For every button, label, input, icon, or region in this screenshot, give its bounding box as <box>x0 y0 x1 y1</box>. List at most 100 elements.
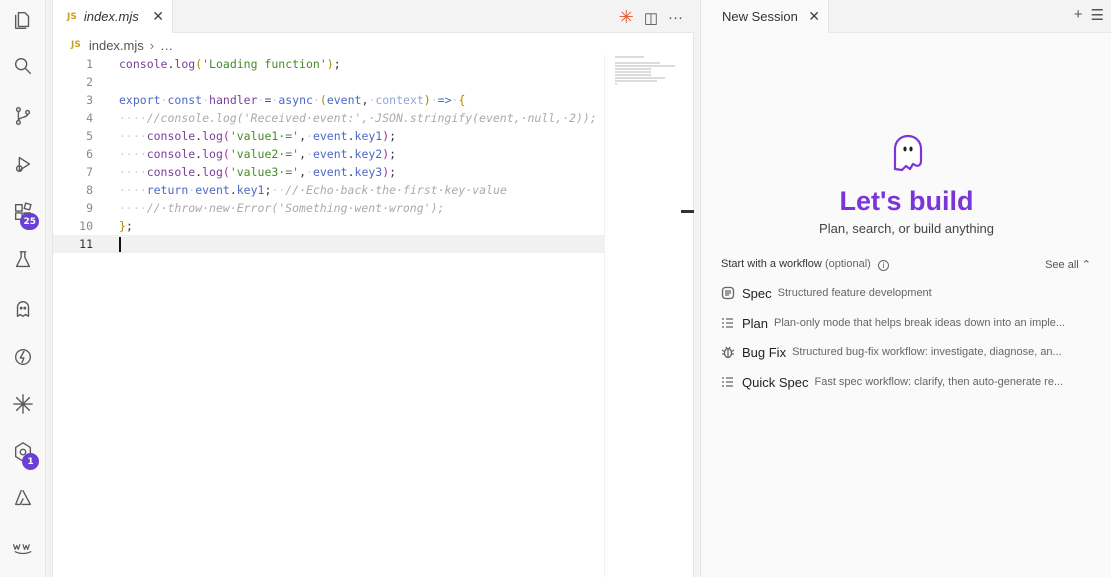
info-icon[interactable]: i <box>877 260 889 271</box>
editor-group: JS index.mjs ✕ ✳ ◫ ··· JS index.mjs › … … <box>52 0 695 577</box>
hexagon-badge: 1 <box>22 453 39 470</box>
workflow-bug-fix[interactable]: Bug Fix Structured bug-fix workflow: inv… <box>721 341 1091 363</box>
minimap-line <box>615 77 666 79</box>
panel-actions: + ☰ <box>1074 6 1104 24</box>
code-line[interactable]: 1 console.log('Loading function'); <box>53 55 605 73</box>
session-list-icon[interactable]: ☰ <box>1091 6 1104 24</box>
run-debug-icon <box>12 153 34 180</box>
code-line[interactable]: 5 ····console.log('value1·=',·event.key1)… <box>53 127 605 145</box>
line-number: 5 <box>86 129 93 143</box>
spark-icon <box>12 393 34 420</box>
workflow-optional: (optional) <box>824 258 871 270</box>
line-content: ····//console.log('Received·event:',·JSO… <box>119 111 597 125</box>
line-number: 11 <box>79 237 93 251</box>
minimap-line <box>615 74 651 76</box>
minimap[interactable] <box>604 55 684 577</box>
workflow-header: Start with a workflow (optional) i See a… <box>721 258 1091 274</box>
code-line[interactable]: 3 export·const·handler·=·async·(event,·co… <box>53 91 605 109</box>
source-control-button[interactable] <box>0 98 46 138</box>
workflow-name: Plan <box>742 315 769 331</box>
code-line[interactable]: 9 ····//·throw·new·Error('Something·went·… <box>53 199 605 217</box>
chevron-right-icon: › <box>149 37 155 53</box>
lightning-button[interactable] <box>0 339 46 379</box>
line-content: ····//·throw·new·Error('Something·went·w… <box>119 201 445 215</box>
workflow-spec[interactable]: Spec Structured feature development <box>721 282 1091 304</box>
explorer-button[interactable] <box>0 2 46 42</box>
scrollbar-marker[interactable] <box>681 210 695 213</box>
add-session-icon[interactable]: + <box>1074 6 1083 24</box>
line-content: ····console.log('value2·=',·event.key2); <box>119 147 397 161</box>
line-number: 9 <box>86 201 93 215</box>
azure-button[interactable] <box>0 480 46 520</box>
spark-button[interactable] <box>0 386 46 426</box>
minimap-line <box>615 80 658 82</box>
search-button[interactable] <box>0 48 46 88</box>
minimap-line <box>615 56 644 58</box>
see-all-button[interactable]: See all ⌃ <box>1045 258 1091 271</box>
testing-button[interactable] <box>0 242 46 282</box>
hexagon-button[interactable]: 1 <box>0 434 46 474</box>
workflow-name: Spec <box>742 285 772 301</box>
line-number: 7 <box>86 165 93 179</box>
editor-actions: ✳ ◫ ··· <box>619 7 683 28</box>
close-icon[interactable]: ✕ <box>152 8 164 25</box>
line-number: 3 <box>86 93 93 107</box>
extensions-button[interactable]: 25 <box>0 194 46 234</box>
tab-title: New Session <box>722 9 798 24</box>
line-number: 2 <box>86 75 93 89</box>
split-editor-icon[interactable]: ◫ <box>644 9 658 27</box>
source-control-icon <box>12 105 34 132</box>
code-line[interactable]: 2 <box>53 73 605 91</box>
workflow-quick-spec[interactable]: Quick Spec Fast spec workflow: clarify, … <box>721 371 1091 393</box>
line-content: ····console.log('value1·=',·event.key1); <box>119 129 397 143</box>
breadcrumb: JS index.mjs › … <box>71 36 173 54</box>
workflow-desc: Structured feature development <box>777 287 932 299</box>
extensions-badge: 25 <box>20 213 39 230</box>
workflow-label: Start with a workflow <box>721 258 822 270</box>
aws-button[interactable] <box>0 529 46 569</box>
workflow-desc: Structured bug-fix workflow: investigate… <box>792 346 1062 358</box>
activity-bar: 25 1 <box>0 0 46 577</box>
line-number: 10 <box>79 219 93 233</box>
kiro-ghost-icon <box>12 298 34 325</box>
run-debug-button[interactable] <box>0 146 46 186</box>
breadcrumb-symbol[interactable]: … <box>160 38 173 53</box>
spark-action-icon[interactable]: ✳ <box>619 7 634 28</box>
tab-title: index.mjs <box>83 9 139 24</box>
line-content: ····return·event.key1;··//·Echo·back·the… <box>119 183 507 197</box>
kiro-ghost-icon <box>893 134 923 172</box>
line-number: 4 <box>86 111 93 125</box>
spec-icon <box>721 286 735 300</box>
explorer-icon <box>12 9 34 36</box>
testing-icon <box>12 249 34 276</box>
workflow-name: Bug Fix <box>742 344 787 360</box>
more-actions-icon[interactable]: ··· <box>668 9 683 26</box>
workflow-plan[interactable]: Plan Plan-only mode that helps break ide… <box>721 312 1091 334</box>
plan-icon <box>721 316 735 330</box>
azure-icon <box>12 487 34 514</box>
code-line[interactable]: 7 ····console.log('value3·=',·event.key3)… <box>53 163 605 181</box>
minimap-line <box>615 71 651 73</box>
line-content: }; <box>119 219 133 233</box>
code-editor[interactable]: 1 console.log('Loading function'); 2 3 expor… <box>53 55 605 253</box>
panel-tab-bar: New Session ✕ + ☰ <box>701 0 1111 33</box>
kiro-button[interactable] <box>0 291 46 331</box>
ide-window: 25 1 JS index.mjs ✕ ✳ ◫ ··· JS index.mjs… <box>0 0 1111 577</box>
minimap-line <box>615 62 660 64</box>
line-number: 1 <box>86 57 93 71</box>
code-line[interactable]: 6 ····console.log('value2·=',·event.key2)… <box>53 145 605 163</box>
close-icon[interactable]: ✕ <box>808 8 820 25</box>
text-cursor <box>119 237 121 252</box>
code-line[interactable]: 4 ····//console.log('Received·event:',·JS… <box>53 109 605 127</box>
code-line[interactable]: 10}; <box>53 217 605 235</box>
bug-icon <box>721 345 735 359</box>
tab-index-mjs[interactable]: JS index.mjs ✕ <box>53 0 173 33</box>
code-line[interactable]: 11 <box>53 235 605 253</box>
line-content: export·const·handler·=·async·(event,·con… <box>119 93 466 107</box>
workflow-desc: Fast spec workflow: clarify, then auto-g… <box>814 376 1064 388</box>
tab-new-session[interactable]: New Session ✕ <box>701 0 829 33</box>
code-line[interactable]: 8 ····return·event.key1;··//·Echo·back·th… <box>53 181 605 199</box>
js-file-icon: JS <box>71 40 81 50</box>
aws-icon <box>12 536 34 563</box>
breadcrumb-file[interactable]: index.mjs <box>89 38 144 53</box>
